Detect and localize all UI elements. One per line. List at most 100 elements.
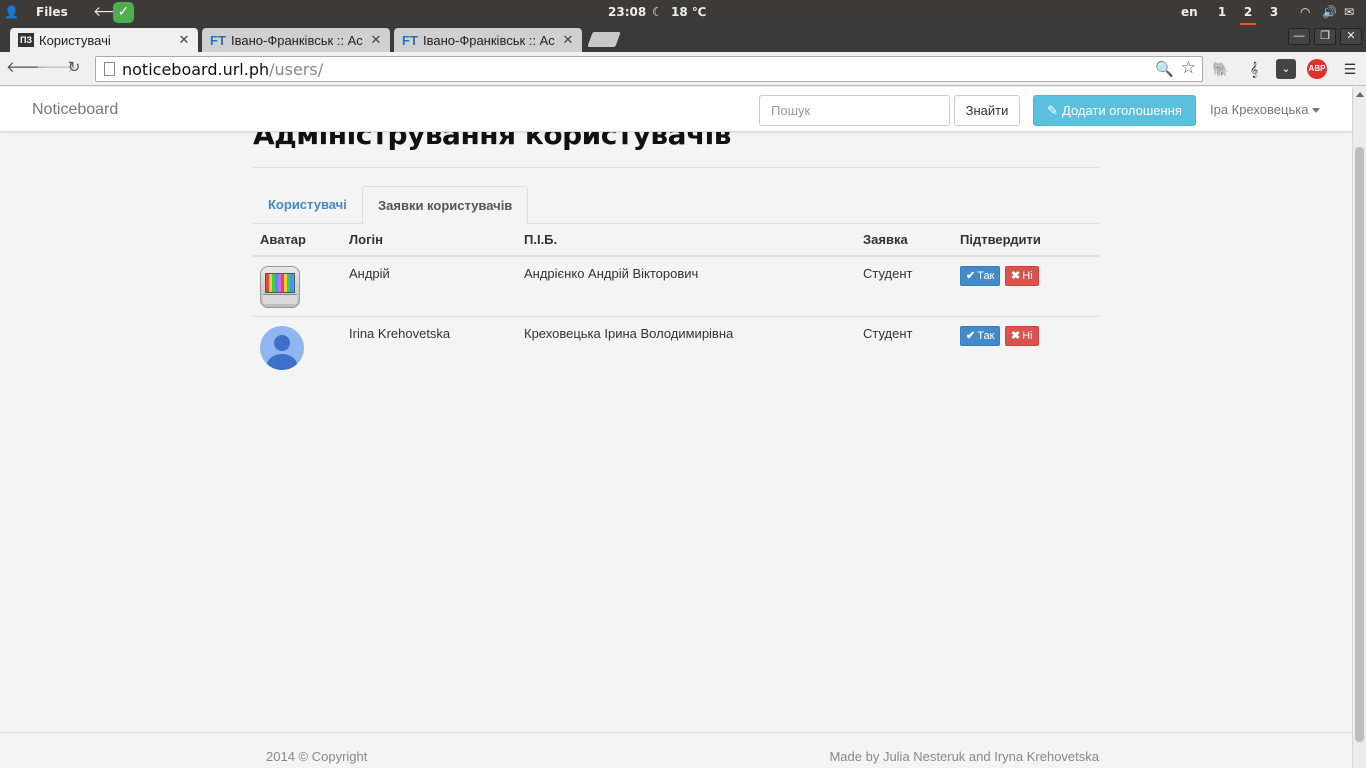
brand-link[interactable]: Noticeboard (32, 87, 118, 132)
mail-icon[interactable]: ✉ (1344, 0, 1354, 25)
check-indicator-icon[interactable]: ✓ (113, 2, 134, 23)
tab-user-requests[interactable]: Заявки користувачів (362, 186, 529, 225)
requests-table: Аватар Логін П.І.Б. Заявка Підтвердити А… (253, 224, 1099, 376)
page-icon (104, 62, 115, 76)
close-icon: ✖ (1011, 270, 1021, 282)
files-app-label[interactable]: Files (36, 0, 68, 25)
close-icon[interactable]: ✕ (562, 32, 574, 48)
confirm-cell: ✔ Так ✖ Ні (953, 316, 1099, 376)
footer-divider (0, 732, 1352, 733)
check-circle-icon: ✔ (966, 270, 976, 282)
login-cell: Андрій (342, 256, 517, 317)
add-notice-label: Додати оголошення (1062, 103, 1182, 118)
search-input[interactable] (759, 95, 950, 126)
chevron-down-icon (1312, 108, 1321, 114)
scroll-up-icon[interactable] (1356, 92, 1364, 97)
user-name: Іра Креховецька (1210, 102, 1309, 117)
reject-label: Ні (1022, 329, 1033, 342)
volume-icon[interactable]: 🔊 (1322, 0, 1337, 25)
check-circle-icon: ✔ (966, 329, 976, 342)
close-icon[interactable]: ✕ (178, 32, 190, 48)
clock[interactable]: 23:08 (608, 0, 646, 25)
approve-label: Так (977, 329, 995, 342)
approve-button[interactable]: ✔ Так (960, 325, 1001, 346)
user-menu-dropdown[interactable]: Іра Креховецька (1210, 87, 1321, 132)
user-icon[interactable]: 👤 (4, 0, 20, 25)
restore-icon[interactable]: ❐ (1314, 28, 1336, 45)
full-name-cell: Андрієнко Андрій Вікторович (517, 256, 856, 317)
reject-button[interactable]: ✖ Ні (1005, 325, 1039, 346)
tab-favicon: FT (210, 32, 226, 48)
person-avatar-icon (260, 325, 304, 370)
tab-title: Івано-Франківськ :: Ас (231, 32, 363, 48)
zoom-icon[interactable]: 🔍 (1155, 60, 1174, 78)
forward-icon[interactable]: 🡒 (36, 59, 76, 77)
column-header-full-name: П.І.Б. (517, 224, 856, 257)
footer-copyright: 2014 © Copyright (266, 749, 368, 764)
browser-tab-ft-2[interactable]: FT Івано-Франківськ :: Ас ✕ (394, 28, 582, 52)
approve-label: Так (977, 270, 995, 282)
tab-favicon: ПЗ (18, 33, 34, 47)
workspace-1[interactable]: 1 (1214, 0, 1230, 25)
table-row: Андрій Андрієнко Андрій Вікторович Студе… (253, 256, 1099, 317)
os-top-panel: 👤 Files 🡐 ✓ 23:08 ☾ 18 ℃ en 1 2 3 ◠ 🔊 ✉ (0, 0, 1366, 25)
confirm-cell: ✔ Так ✖ Ні (953, 256, 1099, 317)
adblock-extension-icon[interactable]: ABP (1307, 59, 1327, 79)
footer-credits: Made by Julia Nesteruk and Iryna Krehove… (829, 749, 1099, 764)
scroll-thumb[interactable] (1355, 147, 1364, 742)
reload-icon[interactable]: ↻ (65, 59, 83, 77)
approve-button[interactable]: ✔ Так (960, 266, 1001, 286)
tab-title: Івано-Франківськ :: Ас (423, 32, 555, 48)
column-header-confirm: Підтвердити (953, 224, 1099, 257)
search-button[interactable]: Знайти (954, 95, 1020, 126)
site-navbar: Noticeboard Знайти ✎ Додати оголошення Ір… (0, 87, 1352, 132)
music-extension-icon[interactable]: 𝄞 (1244, 59, 1264, 79)
new-tab-button[interactable] (587, 32, 621, 47)
avatar-cell (253, 316, 342, 376)
back-icon[interactable]: 🡐 (6, 59, 46, 77)
window-close-icon[interactable]: ✕ (1340, 28, 1362, 45)
reject-button[interactable]: ✖ Ні (1005, 266, 1039, 286)
moon-icon: ☾ (652, 5, 663, 19)
url-text[interactable]: noticeboard.url.ph/users/ (122, 57, 323, 82)
request-cell: Студент (863, 325, 913, 341)
avatar-cell (253, 256, 342, 317)
bookmark-star-icon[interactable]: ☆ (1181, 58, 1196, 78)
column-header-request: Заявка (856, 224, 953, 257)
page-scrollbar[interactable] (1352, 87, 1366, 768)
workspace-3[interactable]: 3 (1266, 0, 1282, 25)
request-cell: Студент (856, 256, 953, 317)
keyboard-avatar-icon (260, 266, 300, 308)
browser-tab-ft-1[interactable]: FT Івано-Франківськ :: Ас ✕ (202, 28, 390, 52)
browser-tab-users[interactable]: ПЗ Користувачі ✕ (10, 28, 198, 52)
column-header-login: Логін (342, 224, 517, 257)
login-cell: Irina Krehovetska (349, 325, 451, 341)
address-bar[interactable]: noticeboard.url.ph/users/ 🔍 ☆ (95, 56, 1203, 82)
temperature[interactable]: 18 ℃ (671, 0, 706, 25)
title-divider (253, 167, 1099, 168)
workspace-2[interactable]: 2 (1240, 0, 1256, 25)
column-header-avatar: Аватар (253, 224, 342, 257)
reject-label: Ні (1022, 270, 1033, 282)
pocket-extension-icon[interactable]: ⌄ (1276, 59, 1296, 79)
evernote-extension-icon[interactable]: 🐘 (1211, 59, 1231, 79)
minimize-icon[interactable]: — (1288, 28, 1310, 45)
tab-favicon: FT (402, 32, 418, 48)
table-header-row: Аватар Логін П.І.Б. Заявка Підтвердити (253, 224, 1099, 257)
browser-toolbar: 🡐 🡒 ↻ noticeboard.url.ph/users/ 🔍 ☆ 🐘 𝄞 … (0, 52, 1366, 86)
keyboard-language[interactable]: en (1181, 0, 1198, 25)
table-row: Irina Krehovetska Креховецька Ірина Воло… (253, 316, 1099, 376)
close-icon[interactable]: ✕ (370, 32, 382, 48)
add-notice-button[interactable]: ✎ Додати оголошення (1033, 95, 1196, 126)
admin-tabs: Користувачі Заявки користувачів (253, 186, 1099, 225)
close-icon: ✖ (1011, 329, 1021, 342)
pencil-icon: ✎ (1047, 103, 1058, 118)
tab-title: Користувачі (39, 32, 111, 48)
url-path: /users/ (269, 60, 324, 79)
url-host: noticeboard.url.ph (122, 60, 270, 79)
tab-users[interactable]: Користувачі (253, 186, 362, 224)
browser-tab-strip: ПЗ Користувачі ✕ FT Івано-Франківськ :: … (0, 25, 1366, 52)
wifi-icon[interactable]: ◠ (1300, 0, 1310, 25)
browser-menu-icon[interactable]: ☰ (1340, 59, 1360, 79)
full-name-cell: Креховецька Ірина Володимирівна (524, 325, 734, 341)
